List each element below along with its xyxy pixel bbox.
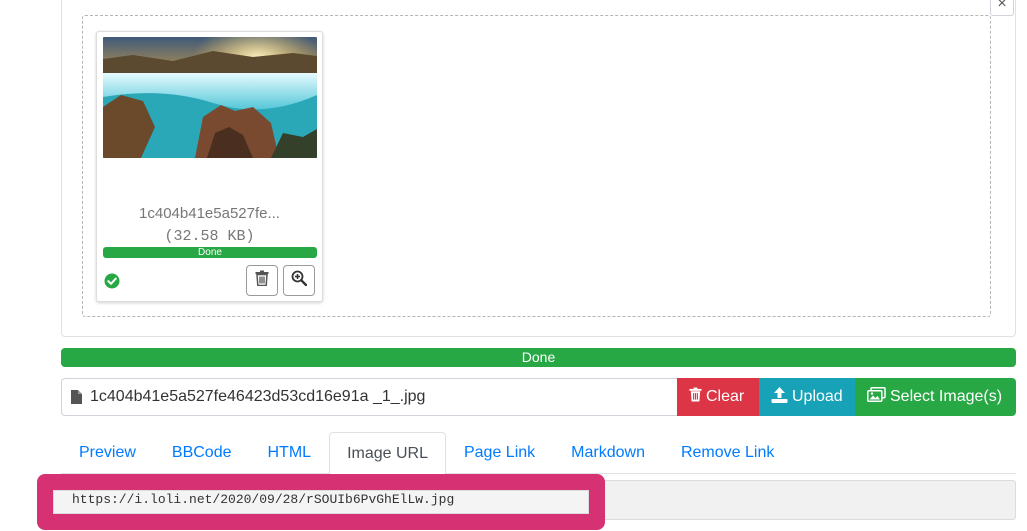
link-format-tabs: Preview BBCode HTML Image URL Page Link … <box>61 432 1016 475</box>
upload-progress-bar: Done <box>61 348 1016 367</box>
thumbnail-file-name: 1c404b41e5a527fe... <box>139 205 280 222</box>
tab-remove-link[interactable]: Remove Link <box>663 432 792 474</box>
tab-page-link[interactable]: Page Link <box>446 432 553 474</box>
clear-button[interactable]: Clear <box>677 378 759 416</box>
images-icon <box>867 387 886 407</box>
zoom-in-icon <box>291 270 308 291</box>
thumbnail-progress-label: Done <box>103 247 317 258</box>
file-icon <box>71 390 82 404</box>
file-name-field[interactable]: 1c404b41e5a527fe46423d53cd16e91a _1_.jpg <box>61 378 677 416</box>
trash-icon <box>255 270 269 291</box>
file-input-group: 1c404b41e5a527fe46423d53cd16e91a _1_.jpg… <box>61 378 1016 416</box>
file-name-value: 1c404b41e5a527fe46423d53cd16e91a _1_.jpg <box>90 388 426 405</box>
check-circle-icon <box>104 273 120 289</box>
tab-html[interactable]: HTML <box>250 432 330 474</box>
tab-image-url[interactable]: Image URL <box>329 432 446 475</box>
delete-image-button[interactable] <box>246 265 278 296</box>
clear-button-label: Clear <box>706 388 745 405</box>
upload-icon <box>771 386 788 408</box>
zoom-image-button[interactable] <box>283 265 315 296</box>
thumbnail-progress-bar: Done <box>103 247 317 258</box>
tab-bbcode[interactable]: BBCode <box>154 432 250 474</box>
upload-button-label: Upload <box>792 388 843 405</box>
close-button[interactable]: × <box>990 0 1014 16</box>
select-images-button-label: Select Image(s) <box>890 388 1003 405</box>
trash-icon <box>689 387 702 407</box>
image-preview-card: 1c404b41e5a527fe... (32.58 KB) Done <box>96 31 323 302</box>
upload-progress-label: Done <box>61 348 1016 367</box>
select-images-button[interactable]: Select Image(s) <box>855 378 1016 416</box>
image-thumbnail[interactable] <box>103 37 317 158</box>
tab-markdown[interactable]: Markdown <box>553 432 663 474</box>
image-url-output[interactable]: https://i.loli.net/2020/09/28/rSOUIb6PvG… <box>53 490 589 514</box>
tab-preview[interactable]: Preview <box>61 432 154 474</box>
thumbnail-file-size: (32.58 KB) <box>164 228 255 245</box>
upload-button[interactable]: Upload <box>759 378 855 416</box>
